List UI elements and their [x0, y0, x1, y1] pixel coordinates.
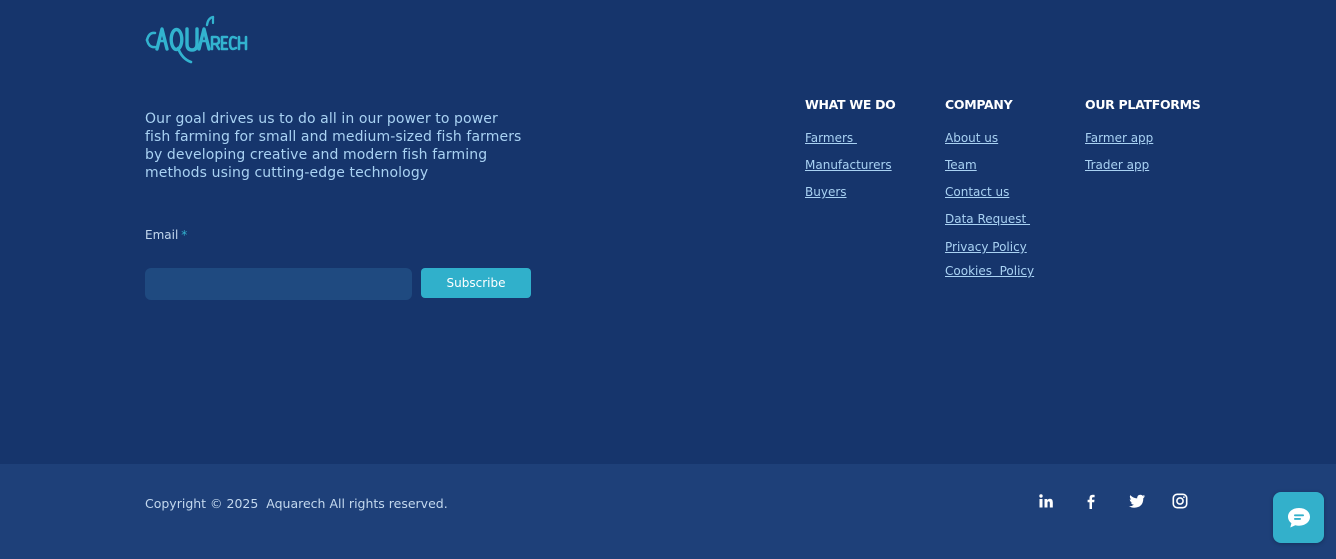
footer-main: Our goal drives us to do all in our powe… — [0, 0, 1336, 464]
chat-button[interactable] — [1273, 492, 1324, 543]
link-cookies-policy[interactable]: Cookies Policy — [945, 264, 1034, 279]
mission-text: Our goal drives us to do all in our powe… — [145, 111, 522, 181]
what-we-do-heading: WHAT WE DO — [805, 97, 896, 112]
link-manufacturers[interactable]: Manufacturers — [805, 158, 896, 173]
email-label-text: Email — [145, 228, 179, 242]
link-privacy-policy[interactable]: Privacy Policy — [945, 240, 1034, 255]
link-contact-us[interactable]: Contact us — [945, 185, 1034, 200]
email-input[interactable] — [145, 268, 412, 300]
instagram-icon[interactable] — [1170, 491, 1190, 511]
link-data-request[interactable]: Data Request — [945, 212, 1034, 227]
link-buyers[interactable]: Buyers — [805, 185, 896, 200]
chat-bubble-icon — [1287, 507, 1310, 527]
what-we-do-column: WHAT WE DO Farmers Manufacturers Buyers — [805, 96, 896, 200]
aquarech-logo[interactable] — [145, 15, 249, 67]
twitter-icon[interactable] — [1126, 491, 1146, 511]
footer-bottom-bar — [0, 464, 1336, 559]
platforms-heading: OUR PLATFORMS — [1085, 97, 1201, 112]
facebook-icon[interactable] — [1081, 491, 1101, 511]
link-farmer-app[interactable]: Farmer app — [1085, 131, 1200, 146]
copyright-text: Copyright © 2025 Aquarech All rights res… — [145, 496, 448, 511]
email-label: Email * — [145, 228, 187, 242]
link-farmers[interactable]: Farmers — [805, 131, 896, 146]
required-marker: * — [181, 228, 188, 242]
link-team[interactable]: Team — [945, 158, 1034, 173]
link-trader-app[interactable]: Trader app — [1085, 158, 1200, 173]
company-column: COMPANY About us Team Contact us Data Re… — [945, 96, 1034, 279]
linkedin-icon[interactable] — [1036, 491, 1056, 511]
subscribe-button[interactable]: Subscribe — [421, 268, 531, 298]
company-heading: COMPANY — [945, 97, 1013, 112]
link-about-us[interactable]: About us — [945, 131, 1034, 146]
platforms-column: OUR PLATFORMS Farmer app Trader app — [1085, 96, 1201, 173]
